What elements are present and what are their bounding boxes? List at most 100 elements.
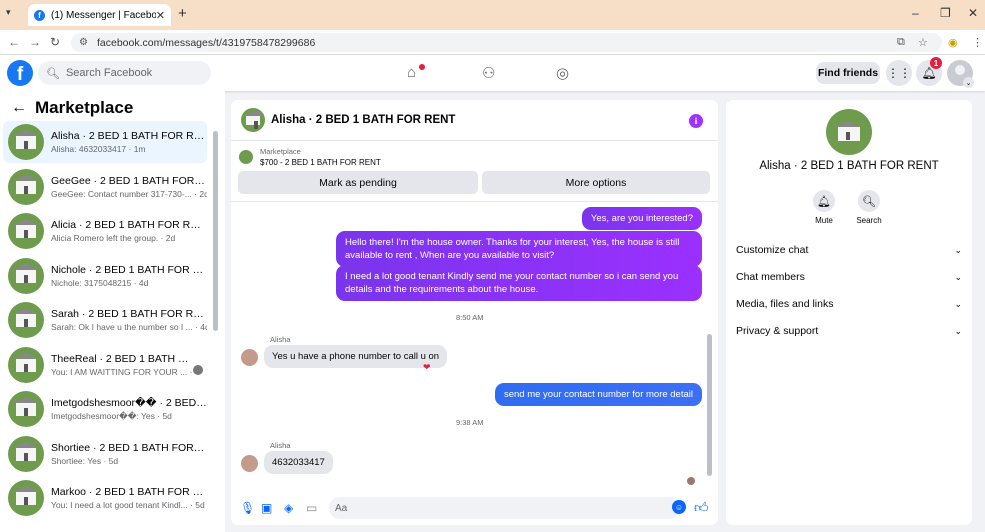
conversation-item[interactable]: GeeGee · 2 BED 1 BATH FOR RENTGeeGee: Co… xyxy=(3,166,207,208)
media-files-links-section[interactable]: Media, files and links ⌄ xyxy=(736,294,962,314)
thumbs-up-icon[interactable]: 👍︎ xyxy=(694,499,709,516)
search-conversation-button[interactable]: 🔍︎ Search xyxy=(844,190,894,225)
conversation-item[interactable]: Sarah · 2 BED 1 BATH FOR RENT Sarah: Ok I… xyxy=(3,299,207,341)
mute-button[interactable]: 🔔︎ Mute xyxy=(799,190,849,225)
message-bubble-sent[interactable]: Yes, are you interested? xyxy=(581,207,702,230)
sender-avatar[interactable] xyxy=(241,455,258,472)
browser-tab[interactable]: f (1) Messenger | Facebook ✕ xyxy=(28,4,171,26)
groups-icon[interactable]: ◎ xyxy=(556,64,569,82)
listing-thumbnail[interactable] xyxy=(239,150,253,164)
conversation-preview: You: I need a lot good tenant Kindl... ·… xyxy=(51,500,205,510)
section-label: Privacy & support xyxy=(736,325,819,337)
section-label: Media, files and links xyxy=(736,298,834,310)
customize-chat-section[interactable]: Customize chat ⌄ xyxy=(736,240,962,260)
listing-price-title[interactable]: $700 - 2 BED 1 BATH FOR RENT xyxy=(260,158,381,167)
site-info-icon[interactable]: ⚙ xyxy=(79,37,88,48)
window-close-button[interactable]: ✕ xyxy=(968,6,978,20)
conversation-preview: Nichole: 3175048215 · 4d xyxy=(51,277,149,288)
chevron-down-icon: ⌄ xyxy=(954,325,962,336)
chat-scrollbar[interactable] xyxy=(707,334,712,476)
tab-search-menu-icon[interactable]: ▾ xyxy=(6,7,11,18)
conversation-avatar xyxy=(8,435,44,472)
sender-name: Alisha xyxy=(270,335,291,344)
sender-name: Alisha xyxy=(270,441,291,450)
marketplace-label: Marketplace xyxy=(260,147,301,156)
emoji-icon[interactable]: ☺ xyxy=(672,500,686,514)
back-arrow-icon[interactable]: ← xyxy=(8,35,20,49)
conversation-avatar xyxy=(8,124,44,160)
conversation-item[interactable]: Imetgodshesmoor�� · 2 BED 1 ... Imetgodsh… xyxy=(3,388,207,430)
conversation-item[interactable]: Alicia · 2 BED 1 BATH FOR RENT Alicia Rom… xyxy=(3,210,207,252)
conversation-name: GeeGee · 2 BED 1 BATH FOR RENT xyxy=(51,174,207,187)
chat-avatar[interactable] xyxy=(241,108,265,132)
sender-avatar[interactable] xyxy=(241,349,258,366)
home-icon[interactable]: ⌂ xyxy=(407,64,416,81)
bookmark-star-icon[interactable]: ☆ xyxy=(918,36,928,49)
browser-tab-bar: ▾ f (1) Messenger | Facebook ✕ + – ❐ ✕ xyxy=(0,0,985,30)
url-bar[interactable]: ⚙ facebook.com/messages/t/43197584782996… xyxy=(71,33,942,52)
conversation-text: TheeReal · 2 BED 1 BATH FOR ...You: I AM… xyxy=(51,353,193,377)
profile-chevron-down-icon[interactable]: ⌄ xyxy=(963,77,974,88)
conversation-item[interactable]: Shortiee · 2 BED 1 BATH FOR RE... Shortie… xyxy=(3,433,207,475)
conversation-item[interactable]: Alisha · 2 BED 1 BATH FOR RENT Alisha: 46… xyxy=(3,121,207,163)
message-bubble-sent[interactable]: Hello there! I'm the house owner. Thanks… xyxy=(336,231,702,267)
tab-close-icon[interactable]: ✕ xyxy=(156,9,165,22)
friends-icon[interactable]: ⚇ xyxy=(482,64,495,82)
message-bubble-received[interactable]: Yes u have a phone number to call u on xyxy=(264,345,448,368)
conversation-text: Markoo · 2 BED 1 BATH FOR RENT You: I nee… xyxy=(51,486,207,510)
sidebar-scrollbar[interactable] xyxy=(213,131,218,331)
conversation-text: Alisha · 2 BED 1 BATH FOR RENT Alisha: 46… xyxy=(51,130,207,154)
conversation-item[interactable]: Nichole · 2 BED 1 BATH FOR RENT Nichole: … xyxy=(3,255,207,297)
search-facebook-input[interactable]: 🔍︎ Search Facebook xyxy=(38,61,211,85)
reload-icon[interactable]: ↻ xyxy=(50,35,60,49)
conversation-item[interactable]: Markoo · 2 BED 1 BATH FOR RENT You: I nee… xyxy=(3,477,207,519)
facebook-header: f 🔍︎ Search Facebook ⌂ ⚇ ◎ Find friends … xyxy=(0,55,985,91)
extension-icon[interactable]: ◉ xyxy=(948,36,958,49)
heart-reaction-icon[interactable]: ❤ xyxy=(423,362,431,373)
conversation-text: Shortiee · 2 BED 1 BATH FOR RE... Shortie… xyxy=(51,442,207,466)
facebook-logo-icon[interactable]: f xyxy=(7,60,33,86)
chat-header: Alisha · 2 BED 1 BATH FOR RENT i xyxy=(231,100,718,141)
conversation-name: TheeReal · 2 BED 1 BATH FOR ... xyxy=(51,352,193,365)
message-bubble-received[interactable]: 4632033417 xyxy=(264,451,333,474)
conversation-preview: Alisha: 4632033417 · 1m xyxy=(51,144,146,154)
mark-as-pending-button[interactable]: Mark as pending xyxy=(238,171,478,194)
chat-members-section[interactable]: Chat members ⌄ xyxy=(736,267,962,287)
home-notification-dot xyxy=(419,64,425,70)
marketplace-listing-bar: Marketplace $700 - 2 BED 1 BATH FOR RENT… xyxy=(231,141,718,202)
conversation-avatar xyxy=(8,213,44,249)
read-receipt-avatar xyxy=(687,477,695,485)
contact-avatar[interactable] xyxy=(826,109,872,155)
gif-icon[interactable]: ▭ xyxy=(306,501,317,515)
new-tab-button[interactable]: + xyxy=(178,5,187,22)
conversation-text: Sarah · 2 BED 1 BATH FOR RENT Sarah: Ok I… xyxy=(51,308,207,332)
bell-icon: 🔔︎ xyxy=(813,190,835,212)
window-restore-button[interactable]: ❐ xyxy=(940,6,951,20)
microphone-icon[interactable]: 🎙︎ xyxy=(240,501,255,515)
cast-icon[interactable]: ⧉ xyxy=(897,36,905,49)
conversation-item[interactable]: TheeReal · 2 BED 1 BATH FOR ...You: I AM… xyxy=(3,344,207,386)
message-input[interactable]: Aa xyxy=(329,497,680,519)
back-arrow-icon[interactable]: ← xyxy=(11,99,27,117)
sticker-icon[interactable]: ◈ xyxy=(284,501,293,515)
conversation-preview: GeeGee: Contact number 317-730-... · 2d xyxy=(51,188,207,199)
conversation-name: Markoo · 2 BED 1 BATH FOR RENT xyxy=(51,486,207,498)
search-icon: 🔍︎ xyxy=(46,67,60,80)
info-icon[interactable]: i xyxy=(689,114,703,128)
conversation-details-panel: Alisha · 2 BED 1 BATH FOR RENT 🔔︎ Mute 🔍… xyxy=(726,100,972,525)
privacy-support-section[interactable]: Privacy & support ⌄ xyxy=(736,321,962,341)
more-options-button[interactable]: More options xyxy=(482,171,710,194)
message-bubble-sent[interactable]: send me your contact number for more det… xyxy=(494,383,702,406)
sidebar-title: Marketplace xyxy=(35,98,134,117)
chat-title[interactable]: Alisha · 2 BED 1 BATH FOR RENT xyxy=(271,114,455,126)
window-minimize-button[interactable]: – xyxy=(912,6,919,20)
conversation-preview: Alicia Romero left the group. · 2d xyxy=(51,233,176,243)
message-bubble-sent[interactable]: I need a lot good tenant Kindly send me … xyxy=(336,265,702,301)
conversation-preview: Sarah: Ok I have u the number so I ... ·… xyxy=(51,322,207,332)
photo-icon[interactable]: ▣ xyxy=(261,501,272,515)
forward-arrow-icon[interactable]: → xyxy=(29,35,41,49)
conversation-name: Nichole · 2 BED 1 BATH FOR RENT xyxy=(51,263,207,276)
menu-grid-icon[interactable]: ⋮⋮ xyxy=(886,60,912,86)
find-friends-button[interactable]: Find friends xyxy=(816,62,880,84)
browser-menu-icon[interactable]: ⋮ xyxy=(972,36,983,49)
